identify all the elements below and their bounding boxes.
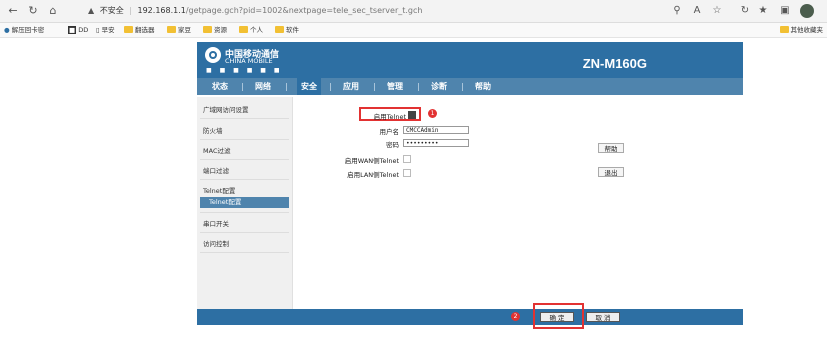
- sidebar-item-access-control[interactable]: 访问控制: [203, 238, 229, 248]
- username-field[interactable]: CMCCAdmin: [403, 126, 469, 134]
- menu-diagnostics[interactable]: 诊断: [431, 78, 447, 95]
- bookmarks-bar: ● 解压回卡密 ■ DD ▯ 早安 翻选器 家豆 资源 个人 软件 其他收藏夹: [0, 23, 827, 38]
- bookmark-item[interactable]: ■ DD: [68, 25, 88, 35]
- address-bar[interactable]: ▲ 不安全 | 192.168.1.1/getpage.gch?pid=1002…: [88, 3, 648, 19]
- china-mobile-logo-icon: [205, 47, 221, 63]
- cancel-button[interactable]: 取 消: [586, 312, 620, 322]
- browser-toolbar: ← ↻ ⌂ ▲ 不安全 | 192.168.1.1/getpage.gch?pi…: [0, 0, 827, 23]
- logout-button[interactable]: 退出: [598, 167, 624, 177]
- search-icon[interactable]: ⚲: [670, 4, 684, 18]
- bookmark-item[interactable]: ▯ 早安: [96, 25, 115, 35]
- brand-dots: ■ ■ ■ ■ ■ ■: [206, 67, 283, 74]
- folder-icon: [779, 26, 789, 33]
- menu-network[interactable]: 网络: [255, 78, 271, 95]
- telnet-config-form: 启用Telnet 1 用户名 CMCCAdmin 密码 ••••••••• 启用…: [293, 97, 743, 309]
- sidebar-item-firewall[interactable]: 防火墙: [203, 125, 223, 135]
- reload-icon[interactable]: ↻: [26, 4, 40, 18]
- sidebar: 广域网访问设置 防火墙 MAC过滤 端口过滤 Telnet配置 Telnet配置…: [197, 97, 293, 309]
- form-footer: 2 确 定 取 消: [197, 309, 743, 325]
- main-menu: 状态 | 网络 | 安全 | 应用 | 管理 | 诊断 | 帮助: [197, 78, 743, 95]
- sidebar-item-telnet[interactable]: Telnet配置: [203, 185, 235, 195]
- warning-icon: ▲: [88, 6, 95, 15]
- folder-icon: [124, 26, 133, 33]
- bookmark-folder[interactable]: 个人: [239, 25, 263, 35]
- bookmark-folder[interactable]: 资源: [203, 25, 227, 35]
- menu-application[interactable]: 应用: [343, 78, 359, 95]
- menu-management[interactable]: 管理: [387, 78, 403, 95]
- username-label: 用户名: [379, 128, 400, 136]
- back-icon[interactable]: ←: [6, 4, 20, 18]
- favorites-icon[interactable]: ★: [756, 4, 770, 18]
- help-button[interactable]: 帮助: [598, 143, 624, 153]
- annotation-badge-2: 2: [511, 312, 520, 321]
- url-path: /getpage.gch?pid=1002&nextpage=tele_sec_…: [185, 6, 423, 15]
- bookmark-icon: ●: [4, 26, 10, 34]
- lan-telnet-label: 启用LAN侧Telnet: [347, 171, 399, 179]
- bookmark-item[interactable]: ● 解压回卡密: [4, 25, 44, 35]
- wan-telnet-label: 启用WAN侧Telnet: [344, 157, 399, 165]
- device-model: ZN-M160G: [582, 56, 647, 71]
- annotation-badge-1: 1: [428, 109, 437, 118]
- read-aloud-icon[interactable]: A: [690, 4, 704, 18]
- bookmark-folder[interactable]: 家豆: [167, 25, 191, 35]
- bookmark-icon: ■: [68, 26, 77, 34]
- password-field[interactable]: •••••••••: [403, 139, 469, 147]
- bookmark-folder[interactable]: 软件: [275, 25, 299, 35]
- favorite-icon[interactable]: ☆: [710, 4, 724, 18]
- collections-icon[interactable]: ▣: [778, 4, 792, 18]
- router-header: 中国移动通信 CHINA MOBILE ■ ■ ■ ■ ■ ■ ZN-M160G: [197, 42, 743, 78]
- folder-icon: [239, 26, 248, 33]
- password-label: 密码: [386, 141, 399, 149]
- folder-icon: [203, 26, 212, 33]
- home-icon[interactable]: ⌂: [46, 4, 60, 18]
- brand-en: CHINA MOBILE: [225, 57, 273, 65]
- url-host: 192.168.1.1: [137, 6, 186, 15]
- sidebar-subitem-telnet[interactable]: Telnet配置: [200, 197, 289, 208]
- highlight-box-2: [533, 303, 584, 329]
- menu-status[interactable]: 状态: [212, 78, 228, 95]
- menu-help[interactable]: 帮助: [475, 78, 491, 95]
- bookmark-folder[interactable]: 翻选器: [124, 25, 155, 35]
- sidebar-item-mac-filter[interactable]: MAC过滤: [203, 145, 230, 155]
- security-warning: 不安全: [99, 6, 124, 15]
- wan-telnet-checkbox[interactable]: [403, 155, 411, 163]
- page-icon: ▯: [96, 26, 100, 34]
- lan-telnet-checkbox[interactable]: [403, 169, 411, 177]
- sidebar-item-port-filter[interactable]: 端口过滤: [203, 165, 229, 175]
- enable-telnet-label: 启用Telnet: [373, 113, 406, 121]
- menu-security[interactable]: 安全: [297, 78, 321, 95]
- sidebar-item-wan-access[interactable]: 广域网访问设置: [203, 104, 249, 114]
- refresh-icon[interactable]: ↻: [738, 4, 752, 18]
- folder-icon: [167, 26, 176, 33]
- sidebar-item-serial[interactable]: 串口开关: [203, 218, 229, 228]
- folder-icon: [275, 26, 284, 33]
- profile-avatar[interactable]: [800, 4, 814, 18]
- other-bookmarks[interactable]: 其他收藏夹: [779, 25, 823, 35]
- enable-telnet-checkbox[interactable]: [408, 111, 416, 119]
